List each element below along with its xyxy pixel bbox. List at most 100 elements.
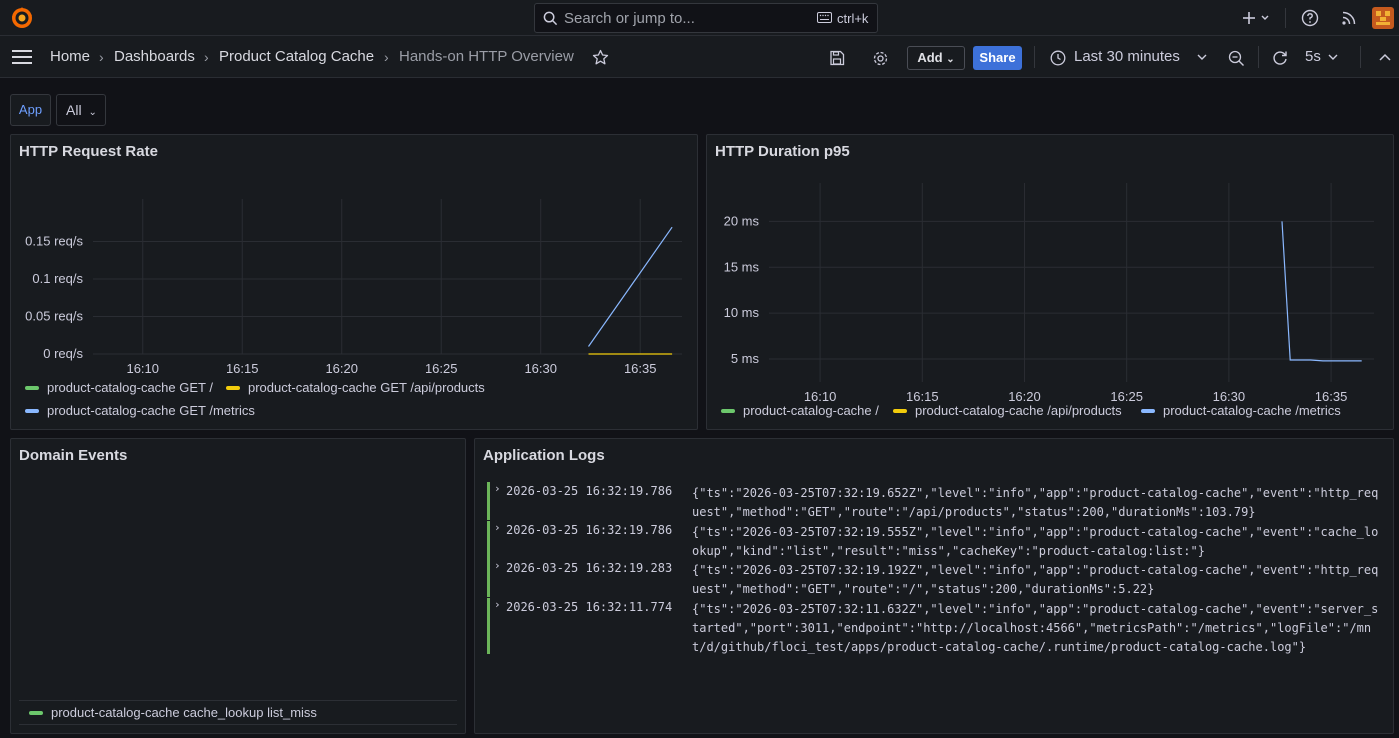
log-timestamp: 2026-03-25 16:32:19.786 (506, 484, 673, 498)
divider (1034, 46, 1035, 68)
time-range-picker[interactable]: Last 30 minutes (1074, 48, 1180, 65)
avatar[interactable] (1372, 7, 1394, 29)
share-button[interactable]: Share (973, 46, 1022, 70)
duration-chart[interactable]: 5 ms 10 ms 15 ms 20 ms 16:10 16:15 16:20 16:25 1… (707, 135, 1395, 403)
clock-icon (1050, 50, 1066, 66)
y-tick-label: 0.15 req/s (25, 234, 83, 249)
refresh-icon[interactable] (1271, 49, 1289, 67)
help-icon[interactable] (1301, 9, 1319, 27)
legend-label: product-catalog-cache /metrics (1163, 403, 1341, 418)
log-level-bar (487, 521, 490, 559)
chevron-down-icon: ⌄ (946, 54, 955, 65)
request-rate-chart[interactable]: 0 req/s 0.05 req/s 0.1 req/s 0.15 req/s 16:1… (11, 135, 699, 375)
panel-title[interactable]: Domain Events (19, 447, 127, 464)
log-row[interactable]: › 2026-03-25 16:32:19.283 {"ts":"2026-03… (487, 559, 1387, 597)
grafana-logo-icon[interactable] (10, 6, 34, 30)
legend-swatch (226, 385, 240, 390)
x-tick-label: 16:25 (1110, 389, 1143, 403)
breadcrumb-separator: › (99, 49, 104, 65)
chevron-up-icon[interactable] (1378, 52, 1392, 62)
rss-feed-icon[interactable] (1340, 9, 1358, 27)
breadcrumb-dashboards[interactable]: Dashboards (114, 48, 195, 65)
legend-swatch (721, 408, 735, 413)
breadcrumb-separator: › (384, 49, 389, 65)
log-level-bar (487, 559, 490, 597)
legend-swatch (25, 385, 39, 390)
search-placeholder: Search or jump to... (564, 10, 695, 27)
legend-item[interactable]: product-catalog-cache GET /api/products (226, 380, 485, 395)
breadcrumb-home[interactable]: Home (50, 48, 90, 65)
search-shortcut: ctrl+k (837, 11, 869, 26)
x-tick-label: 16:15 (906, 389, 939, 403)
chevron-right-icon[interactable]: › (494, 559, 501, 572)
log-row[interactable]: › 2026-03-25 16:32:19.786 {"ts":"2026-03… (487, 521, 1387, 559)
x-tick-label: 16:35 (624, 361, 657, 375)
save-icon[interactable] (829, 50, 845, 66)
y-tick-label: 15 ms (724, 259, 760, 274)
zoom-out-icon[interactable] (1228, 50, 1245, 67)
divider (19, 724, 457, 725)
menu-icon[interactable] (12, 50, 32, 64)
legend-item[interactable]: product-catalog-cache /api/products (893, 403, 1122, 418)
panel-title[interactable]: Application Logs (483, 447, 605, 464)
log-level-bar (487, 482, 490, 520)
panel-domain-events: Domain Events product-catalog-cache cach… (10, 438, 466, 734)
log-level-bar (487, 598, 490, 654)
x-tick-label: 16:35 (1315, 389, 1348, 403)
dashboard-nav-bar: Home › Dashboards › Product Catalog Cach… (0, 36, 1399, 78)
variable-label-app: App (10, 94, 51, 126)
chevron-right-icon[interactable]: › (494, 598, 501, 611)
add-button-label: Add (917, 50, 943, 65)
add-button[interactable]: Add ⌄ (907, 46, 965, 70)
chevron-down-icon[interactable] (1196, 52, 1208, 62)
divider (1285, 8, 1286, 28)
legend-label: product-catalog-cache GET /api/products (248, 380, 485, 395)
legend-item[interactable]: product-catalog-cache GET /metrics (25, 403, 255, 418)
chevron-right-icon[interactable]: › (494, 521, 501, 534)
legend-label: product-catalog-cache GET / (47, 380, 213, 395)
keyboard-icon (817, 12, 832, 23)
breadcrumb-folder[interactable]: Product Catalog Cache (219, 48, 374, 65)
legend-label: product-catalog-cache GET /metrics (47, 403, 255, 418)
legend-label: product-catalog-cache / (743, 403, 879, 418)
gear-icon[interactable] (872, 50, 889, 67)
plus-icon[interactable] (1240, 9, 1258, 27)
x-tick-label: 16:15 (226, 361, 259, 375)
legend-item[interactable]: product-catalog-cache cache_lookup list_… (29, 705, 317, 720)
breadcrumb-separator: › (204, 49, 209, 65)
log-message: {"ts":"2026-03-25T07:32:11.632Z","level"… (692, 602, 1379, 654)
search-input[interactable]: Search or jump to... ctrl+k (534, 3, 878, 33)
y-tick-label: 0 req/s (43, 346, 83, 361)
divider (1360, 46, 1361, 68)
divider (19, 700, 457, 701)
legend-swatch (25, 408, 39, 413)
y-tick-label: 0.05 req/s (25, 309, 83, 324)
legend-item[interactable]: product-catalog-cache / (721, 403, 879, 418)
series-line (1281, 221, 1362, 362)
top-bar: Search or jump to... ctrl+k (0, 0, 1399, 36)
legend-item[interactable]: product-catalog-cache GET / (25, 380, 213, 395)
star-icon[interactable] (592, 49, 609, 66)
x-tick-label: 16:10 (126, 361, 159, 375)
variable-select-app[interactable]: All ⌄ (56, 94, 106, 126)
log-row[interactable]: › 2026-03-25 16:32:11.774 {"ts":"2026-03… (487, 598, 1387, 654)
x-tick-label: 16:20 (1008, 389, 1041, 403)
log-row[interactable]: › 2026-03-25 16:32:19.786 {"ts":"2026-03… (487, 482, 1387, 520)
legend-item[interactable]: product-catalog-cache /metrics (1141, 403, 1341, 418)
chevron-down-icon[interactable] (1327, 52, 1339, 62)
legend-swatch (1141, 408, 1155, 413)
x-tick-label: 16:10 (804, 389, 837, 403)
x-tick-label: 16:25 (425, 361, 458, 375)
legend-swatch (893, 408, 907, 413)
legend-label: product-catalog-cache /api/products (915, 403, 1122, 418)
log-timestamp: 2026-03-25 16:32:19.283 (506, 561, 673, 575)
log-message: {"ts":"2026-03-25T07:32:19.555Z","level"… (692, 525, 1379, 558)
refresh-interval-picker[interactable]: 5s (1305, 48, 1321, 65)
series-line (588, 226, 673, 347)
chevron-right-icon[interactable]: › (494, 482, 501, 495)
y-tick-label: 5 ms (731, 351, 760, 366)
y-tick-label: 20 ms (724, 213, 760, 228)
variable-value: All (66, 102, 82, 118)
log-timestamp: 2026-03-25 16:32:19.786 (506, 523, 673, 537)
chevron-down-icon[interactable] (1259, 9, 1271, 27)
